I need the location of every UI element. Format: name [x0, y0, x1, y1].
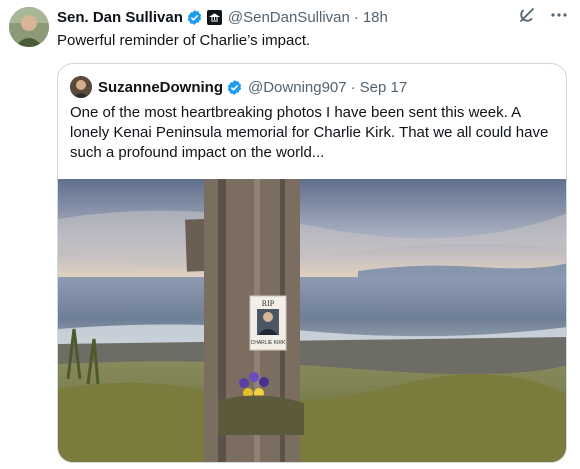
- verified-badge-icon: [226, 79, 243, 96]
- quote-text: One of the most heartbreaking photos I h…: [70, 104, 549, 161]
- post-time[interactable]: 18h: [363, 9, 388, 26]
- quote-date[interactable]: Sep 17: [360, 79, 408, 96]
- quote-author-avatar: [70, 76, 92, 98]
- post-text: Powerful reminder of Charlie’s impact.: [57, 32, 311, 49]
- author-handle[interactable]: @SenDanSullivan: [228, 9, 350, 26]
- quote-author-handle[interactable]: @Downing907: [248, 79, 347, 96]
- author-name[interactable]: Sen. Dan Sullivan: [57, 9, 183, 26]
- separator-dot: ·: [350, 78, 356, 96]
- quote-author-name[interactable]: SuzanneDowning: [98, 79, 223, 96]
- government-badge-icon: [206, 9, 222, 25]
- memorial-name-text: CHARLIE KIRK: [251, 340, 286, 346]
- memorial-photo[interactable]: RIP CHARLIE KIRK: [58, 179, 566, 462]
- verified-badge-icon: [186, 9, 203, 26]
- more-options-icon[interactable]: [550, 6, 568, 28]
- separator-dot: ·: [353, 8, 359, 26]
- quoted-post[interactable]: SuzanneDowning @Downing907 · Sep 17 One …: [57, 63, 567, 463]
- post-header: Sen. Dan Sullivan @SenDanSullivan · 18h: [57, 6, 568, 28]
- author-avatar[interactable]: [9, 7, 49, 47]
- quote-header: SuzanneDowning @Downing907 · Sep 17: [70, 76, 554, 98]
- grok-icon[interactable]: [518, 6, 536, 28]
- memorial-rip-text: RIP: [262, 299, 275, 308]
